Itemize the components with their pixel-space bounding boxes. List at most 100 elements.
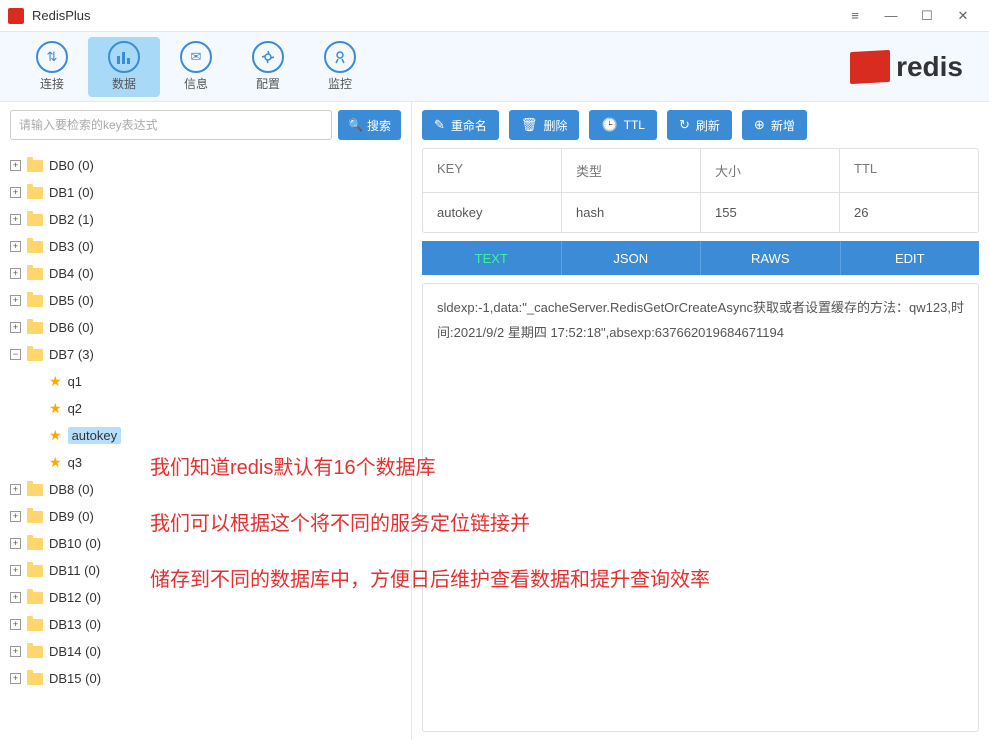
connect-icon: ⇅ [36, 41, 68, 73]
app-logo-icon [8, 8, 24, 24]
db-node[interactable]: + DB14 (0) [10, 638, 401, 665]
toolbar-monitor[interactable]: 监控 [304, 37, 376, 97]
redis-cube-icon [850, 49, 890, 83]
expand-icon[interactable]: + [10, 538, 21, 549]
expand-icon[interactable]: + [10, 214, 21, 225]
db-label: DB5 (0) [49, 293, 94, 308]
db-node[interactable]: + DB10 (0) [10, 530, 401, 557]
star-icon: ★ [49, 373, 62, 390]
expand-icon[interactable]: + [10, 673, 21, 684]
view-tabs: TEXTJSONRAWSEDIT [422, 241, 979, 275]
toolbar-connect[interactable]: ⇅ 连接 [16, 37, 88, 97]
th-ttl: TTL [840, 149, 978, 192]
key-node[interactable]: ★q3 [10, 449, 401, 476]
folder-icon [27, 592, 43, 604]
key-node[interactable]: ★q2 [10, 395, 401, 422]
db-node[interactable]: + DB5 (0) [10, 287, 401, 314]
expand-icon[interactable]: + [10, 160, 21, 171]
expand-icon[interactable]: + [10, 484, 21, 495]
add-button[interactable]: ⊕ 新增 [742, 110, 807, 140]
db-label: DB3 (0) [49, 239, 94, 254]
tab-raws[interactable]: RAWS [701, 241, 841, 275]
td-ttl: 26 [840, 193, 978, 232]
search-button-label: 搜索 [367, 117, 391, 134]
close-button[interactable]: ✕ [945, 2, 981, 30]
expand-icon[interactable]: + [10, 511, 21, 522]
folder-icon [27, 322, 43, 334]
th-type: 类型 [562, 149, 701, 192]
db-label: DB11 (0) [49, 563, 100, 578]
rename-button[interactable]: ✎ 重命名 [422, 110, 499, 140]
folder-icon [27, 187, 43, 199]
db-node[interactable]: + DB15 (0) [10, 665, 401, 692]
minimize-button[interactable]: — [873, 2, 909, 30]
db-tree[interactable]: +DB0 (0)+DB1 (0)+DB2 (1)+DB3 (0)+DB4 (0)… [0, 148, 411, 740]
db-node[interactable]: + DB2 (1) [10, 206, 401, 233]
db-label: DB2 (1) [49, 212, 94, 227]
db-node[interactable]: + DB3 (0) [10, 233, 401, 260]
expand-icon[interactable]: + [10, 565, 21, 576]
menu-icon[interactable]: ≡ [837, 2, 873, 30]
expand-icon[interactable]: + [10, 187, 21, 198]
delete-button[interactable]: 🗑删除 [509, 110, 580, 140]
star-icon: ★ [49, 427, 62, 444]
ttl-button[interactable]: 🕒TTL [589, 110, 657, 140]
right-panel: ✎重命名 🗑删除 🕒TTL ↻刷新 ⊕新增 KEY 类型 大小 TTL auto… [412, 102, 989, 740]
redis-brand-logo: redis [850, 51, 963, 83]
db-label: DB9 (0) [49, 509, 94, 524]
tab-edit[interactable]: EDIT [841, 241, 980, 275]
star-icon: ★ [49, 454, 62, 471]
folder-icon [27, 160, 43, 172]
edit-icon: ✎ [434, 117, 445, 133]
delete-label: 删除 [543, 117, 567, 134]
tab-text[interactable]: TEXT [422, 241, 562, 275]
key-label: autokey [68, 427, 122, 444]
content-area: sldexp:-1,data:"_cacheServer.RedisGetOrC… [422, 283, 979, 732]
db-node[interactable]: + DB6 (0) [10, 314, 401, 341]
db-node[interactable]: +DB12 (0) [10, 584, 401, 611]
key-label: q2 [68, 401, 82, 416]
key-node[interactable]: ★ autokey [10, 422, 401, 449]
folder-icon [27, 241, 43, 253]
expand-icon[interactable]: + [10, 322, 21, 333]
db-label: DB10 (0) [49, 536, 101, 551]
db-label: DB6 (0) [49, 320, 94, 335]
search-input[interactable] [10, 110, 332, 140]
db-label: DB14 (0) [49, 644, 101, 659]
collapse-icon[interactable]: − [10, 349, 21, 360]
expand-icon[interactable]: + [10, 592, 21, 603]
toolbar-info[interactable]: ✉ 信息 [160, 37, 232, 97]
search-button[interactable]: 🔍 搜索 [338, 110, 401, 140]
refresh-button[interactable]: ↻刷新 [667, 110, 732, 140]
toolbar-label: 信息 [184, 75, 208, 92]
db-node[interactable]: + DB8 (0) [10, 476, 401, 503]
expand-icon[interactable]: + [10, 241, 21, 252]
rename-label: 重命名 [451, 117, 487, 134]
add-label: 新增 [771, 117, 795, 134]
expand-icon[interactable]: + [10, 295, 21, 306]
db-node[interactable]: +DB1 (0) [10, 179, 401, 206]
tab-json[interactable]: JSON [562, 241, 702, 275]
db-label: DB8 (0) [49, 482, 94, 497]
db-label: DB13 (0) [49, 617, 101, 632]
db-node[interactable]: + DB11 (0) [10, 557, 401, 584]
db-node[interactable]: +DB4 (0) [10, 260, 401, 287]
expand-icon[interactable]: + [10, 619, 21, 630]
maximize-button[interactable]: ☐ [909, 2, 945, 30]
key-node[interactable]: ★q1 [10, 368, 401, 395]
expand-icon[interactable]: + [10, 268, 21, 279]
db-node[interactable]: −DB7 (3) [10, 341, 401, 368]
folder-icon [27, 619, 43, 631]
db-label: DB15 (0) [49, 671, 101, 686]
expand-icon[interactable]: + [10, 646, 21, 657]
toolbar-data[interactable]: 数据 [88, 37, 160, 97]
db-node[interactable]: + DB13 (0) [10, 611, 401, 638]
toolbar-config[interactable]: 配置 [232, 37, 304, 97]
db-node[interactable]: + DB9 (0) [10, 503, 401, 530]
folder-icon [27, 349, 43, 361]
db-node[interactable]: +DB0 (0) [10, 152, 401, 179]
folder-icon [27, 565, 43, 577]
plus-icon: ⊕ [754, 117, 765, 133]
config-icon [252, 41, 284, 73]
left-panel: 🔍 搜索 +DB0 (0)+DB1 (0)+DB2 (1)+DB3 (0)+DB… [0, 102, 412, 740]
